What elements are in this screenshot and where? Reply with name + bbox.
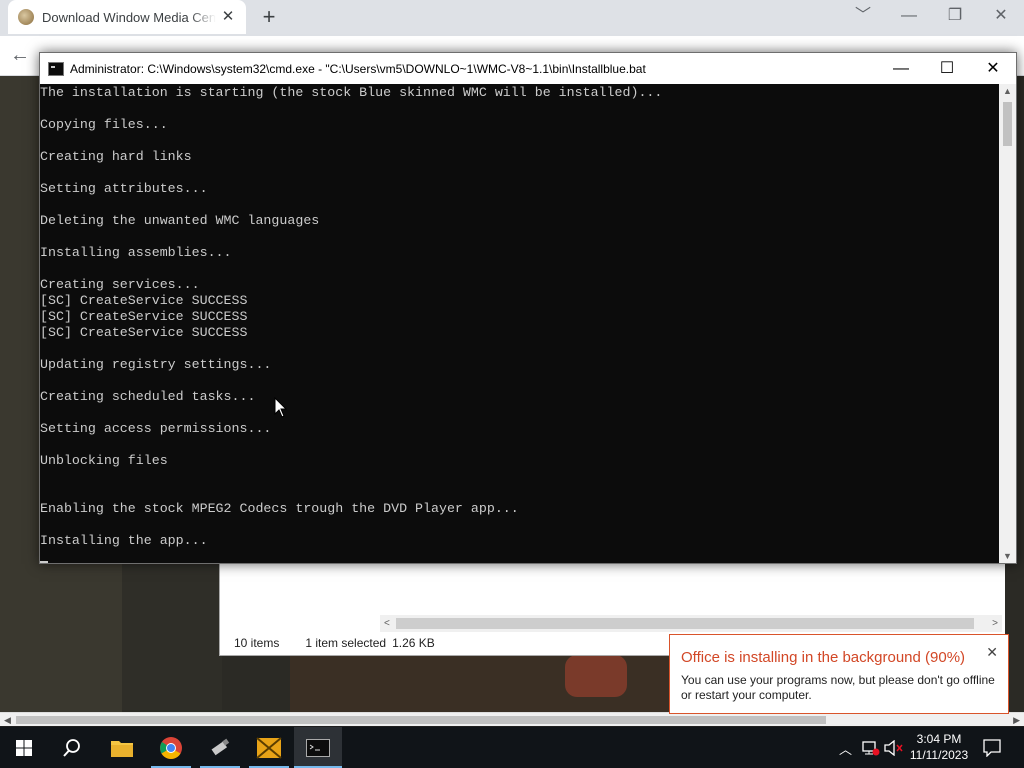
browser-minimize-button[interactable]: — [886,2,932,30]
taskbar-file-explorer[interactable] [98,727,146,768]
console-line: Unblocking files [40,453,168,468]
console-line: Setting attributes... [40,181,208,196]
taskbar-command-prompt[interactable] [294,727,342,768]
console-line: [SC] CreateService SUCCESS [40,309,248,324]
console-line: Setting access permissions... [40,421,272,436]
cmd-icon [48,61,64,76]
search-button[interactable] [48,727,96,768]
site-favicon-icon [18,9,34,25]
system-clock[interactable]: 3:04 PM 11/11/2023 [908,731,970,763]
folder-icon [111,740,133,757]
usb-drive-icon [211,738,230,755]
action-center-icon[interactable] [983,739,1001,757]
scrollbar-thumb[interactable] [396,618,974,629]
clock-date: 11/11/2023 [909,748,969,762]
cmd-window: Administrator: C:\Windows\system32\cmd.e… [39,52,1017,564]
archive-icon [256,736,282,759]
console-line: Updating registry settings... [40,357,272,372]
console-line: Installing assemblies... [40,245,232,260]
console-line: Creating services... [40,277,200,292]
chrome-icon [160,736,182,759]
web-page-panel [122,560,222,710]
windows-logo-icon [16,739,32,756]
taskbar-usb-tool[interactable] [196,727,244,768]
search-icon [63,738,80,757]
console-line: [SC] CreateService SUCCESS [40,293,248,308]
scroll-right-icon[interactable]: ▶ [1013,713,1020,727]
browser-tab-title: Download Window Media Center [42,9,216,25]
selection-size: 1.26 KB [392,636,435,650]
taskbar-chrome[interactable] [147,727,195,768]
notification-body: You can use your programs now, but pleas… [681,673,995,702]
network-icon[interactable] [862,740,880,756]
console-line: [SC] CreateService SUCCESS [40,325,248,340]
scroll-down-icon[interactable]: ▼ [999,551,1016,561]
explorer-status-bar: 10 items 1 item selected 1.26 KB [234,636,461,650]
show-hidden-icons-icon[interactable]: ︿ [839,739,852,758]
console-line: Copying files... [40,117,168,132]
volume-muted-icon[interactable] [884,740,904,756]
scroll-left-icon[interactable]: < [384,615,390,632]
scrollbar-thumb[interactable] [1003,102,1012,146]
scrollbar-thumb[interactable] [16,716,826,724]
cmd-maximize-button[interactable]: ☐ [924,53,970,84]
console-line: The installation is starting (the stock … [40,85,663,100]
cmd-window-title: Administrator: C:\Windows\system32\cmd.e… [70,61,646,76]
browser-tab-strip: Download Window Media Center ✕ + ﹀ — ❐ ✕ [0,0,1024,36]
console-line: Deleting the unwanted WMC languages [40,213,320,228]
text-cursor [40,561,48,563]
explorer-horizontal-scrollbar[interactable]: < > [380,615,1002,632]
mouse-pointer-icon [274,397,288,418]
taskbar-archive-tool[interactable] [245,727,293,768]
item-count: 10 items [234,636,280,650]
selection-count: 1 item selected [305,636,387,650]
console-line: Creating hard links [40,149,192,164]
cmd-close-button[interactable]: ✕ [970,53,1016,84]
notification-close-icon[interactable]: ✕ [986,644,998,661]
video-play-icon[interactable] [565,655,627,697]
new-tab-button[interactable]: + [256,6,282,30]
scroll-left-icon[interactable]: ◀ [4,713,11,727]
console-line: Enabling the stock MPEG2 Codecs trough t… [40,501,519,516]
console-line: Creating scheduled tasks... [40,389,256,404]
office-notification[interactable]: Office is installing in the background (… [669,634,1009,714]
scroll-right-icon[interactable]: > [992,615,998,632]
command-prompt-icon [306,738,330,757]
start-button[interactable] [0,727,48,768]
page-horizontal-scrollbar[interactable]: ◀ ▶ [0,712,1024,726]
browser-restore-button[interactable]: ❐ [932,2,978,30]
cmd-title-bar[interactable]: Administrator: C:\Windows\system32\cmd.e… [40,53,1016,84]
desktop: Download Window Media Center ✕ + ﹀ — ❐ ✕… [0,0,1024,768]
clock-time: 3:04 PM [916,732,962,746]
close-tab-icon[interactable]: ✕ [220,9,236,25]
cmd-minimize-button[interactable]: — [878,53,924,84]
back-arrow-icon[interactable]: ← [10,44,30,67]
browser-tab[interactable]: Download Window Media Center ✕ [8,0,246,34]
taskbar: ︿ 3:04 PM 11/11/2023 [0,727,1024,768]
cmd-console-output[interactable]: The installation is starting (the stock … [40,84,1000,563]
notification-title: Office is installing in the background (… [681,649,966,666]
scroll-up-icon[interactable]: ▲ [999,86,1016,96]
console-line: Installing the app... [40,533,208,548]
browser-close-button[interactable]: ✕ [978,2,1024,30]
console-lines: The installation is starting (the stock … [40,85,662,549]
cmd-vertical-scrollbar[interactable]: ▲ ▼ [999,84,1016,563]
tab-search-icon[interactable]: ﹀ [840,2,886,30]
